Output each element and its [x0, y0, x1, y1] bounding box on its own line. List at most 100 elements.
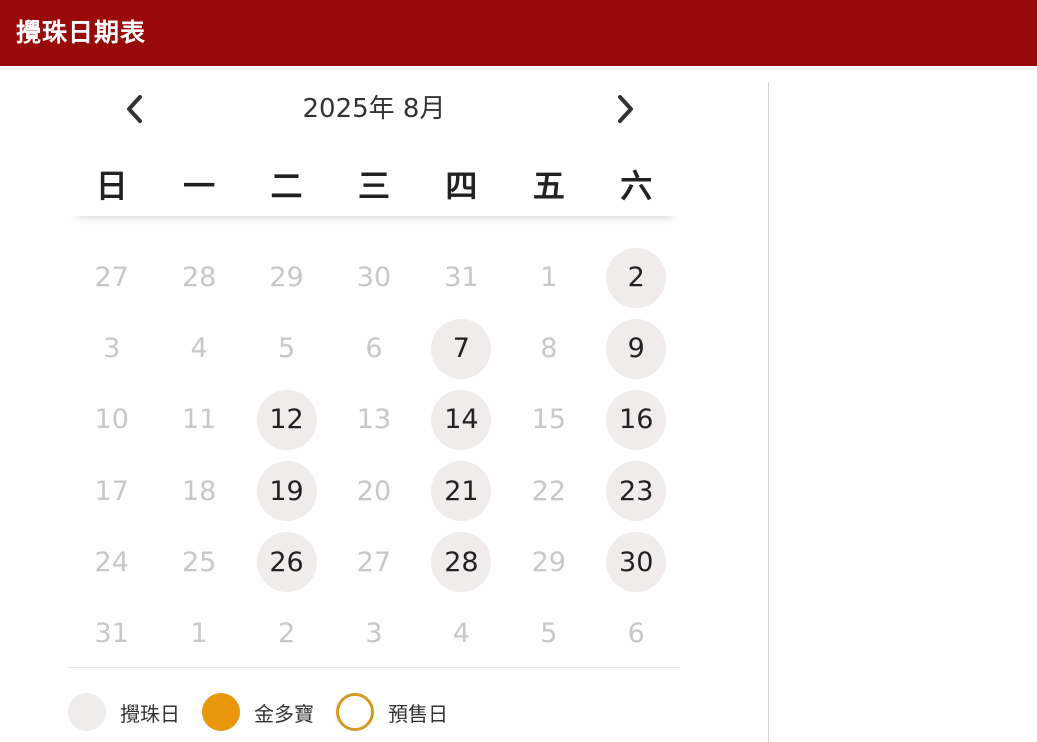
day-number: 15: [531, 404, 566, 436]
day-cell: 31: [418, 242, 505, 313]
day-number: 6: [365, 333, 383, 365]
legend-swatch: [202, 693, 240, 731]
day-number: 29: [531, 546, 566, 578]
weekday-label: 六: [620, 167, 653, 205]
day-cell: 3: [330, 598, 417, 669]
day-cell: 15: [505, 384, 592, 455]
calendar-week-row: 31 1 2 3 4 5 6: [68, 598, 680, 669]
calendar-week-row: 17 18 19 20 21 22 23: [68, 456, 680, 527]
legend-label: 攪珠日: [120, 701, 180, 726]
day-number: 28: [431, 532, 492, 593]
day-number: 30: [606, 532, 667, 593]
day-number: 9: [606, 318, 667, 379]
day-cell: 3: [68, 313, 155, 384]
calendar-divider: [68, 667, 680, 668]
day-cell: 20: [330, 456, 417, 527]
day-number: 14: [431, 389, 492, 450]
day-number: 20: [356, 475, 392, 507]
day-number: 7: [431, 318, 492, 379]
day-number: 31: [444, 262, 479, 294]
day-number: 2: [606, 247, 667, 308]
draw-day-cell[interactable]: 2: [593, 242, 680, 313]
day-cell: 5: [505, 598, 592, 669]
legend-swatch: [336, 693, 374, 731]
legend-label: 金多寶: [254, 701, 314, 726]
calendar-week-row: 3 4 5 6 7 8 9: [68, 313, 680, 384]
day-cell: 18: [155, 456, 242, 527]
day-cell: 4: [418, 598, 505, 669]
day-cell: 30: [330, 242, 417, 313]
draw-day-cell[interactable]: 12: [243, 384, 330, 455]
day-cell: 22: [505, 456, 592, 527]
draw-day-cell[interactable]: 16: [593, 384, 680, 455]
day-number: 27: [94, 262, 129, 294]
day-cell: 1: [155, 598, 242, 669]
day-cell: 10: [68, 384, 155, 455]
day-cell: 6: [330, 313, 417, 384]
day-number: 5: [277, 333, 296, 365]
day-cell: 29: [505, 527, 592, 598]
day-cell: 17: [68, 456, 155, 527]
day-cell: 4: [155, 313, 242, 384]
day-number: 4: [452, 618, 470, 650]
draw-day-cell[interactable]: 9: [593, 313, 680, 384]
draw-day-cell[interactable]: 7: [418, 313, 505, 384]
draw-day-cell[interactable]: 23: [593, 456, 680, 527]
day-cell: 25: [155, 527, 242, 598]
day-number: 2: [277, 618, 296, 650]
draw-day-cell[interactable]: 19: [243, 456, 330, 527]
calendar-week-row: 10 11 12 13 14 15 16: [68, 384, 680, 455]
day-cell: 2: [243, 598, 330, 669]
day-number: 5: [540, 618, 558, 650]
day-number: 25: [181, 546, 217, 578]
weekday-label: 二: [270, 167, 303, 205]
day-number: 3: [103, 333, 121, 365]
day-number: 6: [627, 618, 645, 650]
day-number: 23: [606, 461, 667, 522]
weekday-label: 三: [357, 167, 390, 205]
day-number: 19: [256, 461, 317, 522]
next-month-button[interactable]: [605, 84, 645, 134]
weekday-header: 日一二三四五六: [68, 156, 680, 216]
day-number: 27: [356, 546, 392, 578]
draw-day-cell[interactable]: 28: [418, 527, 505, 598]
calendar-week-row: 27 28 29 30 31 1 2: [68, 242, 680, 313]
draw-day-cell[interactable]: 26: [243, 527, 330, 598]
weekday-label: 五: [532, 167, 565, 205]
calendar-nav: 2025年 8月: [68, 84, 680, 134]
day-number: 26: [256, 532, 317, 593]
day-cell: 31: [68, 598, 155, 669]
day-cell: 1: [505, 242, 592, 313]
draw-day-cell[interactable]: 14: [418, 384, 505, 455]
day-number: 12: [256, 389, 317, 450]
chevron-left-icon: [127, 95, 142, 123]
day-number: 29: [269, 262, 304, 294]
day-number: 4: [190, 333, 208, 365]
draw-day-cell[interactable]: 30: [593, 527, 680, 598]
day-cell: 24: [68, 527, 155, 598]
draw-day-cell[interactable]: 21: [418, 456, 505, 527]
day-number: 21: [431, 461, 492, 522]
legend-swatch: [68, 693, 106, 731]
weekday-label: 一: [183, 167, 216, 205]
day-number: 31: [94, 618, 129, 650]
day-cell: 8: [505, 313, 592, 384]
weekday-label: 日: [95, 167, 128, 205]
day-number: 22: [531, 475, 566, 507]
day-number: 28: [181, 262, 217, 294]
day-number: 3: [365, 618, 383, 650]
day-number: 13: [356, 404, 392, 436]
day-number: 18: [181, 475, 217, 507]
day-number: 1: [190, 618, 208, 650]
calendar-week-row: 24 25 26 27 28 29 30: [68, 527, 680, 598]
day-number: 10: [94, 404, 129, 436]
panel-divider: [768, 82, 769, 742]
day-cell: 6: [593, 598, 680, 669]
day-number: 8: [540, 333, 558, 365]
prev-month-button[interactable]: [115, 84, 155, 134]
day-number: 30: [356, 262, 392, 294]
weekday-label: 四: [445, 167, 478, 205]
day-number: 17: [94, 475, 129, 507]
legend-label: 預售日: [388, 701, 448, 726]
day-cell: 27: [330, 527, 417, 598]
